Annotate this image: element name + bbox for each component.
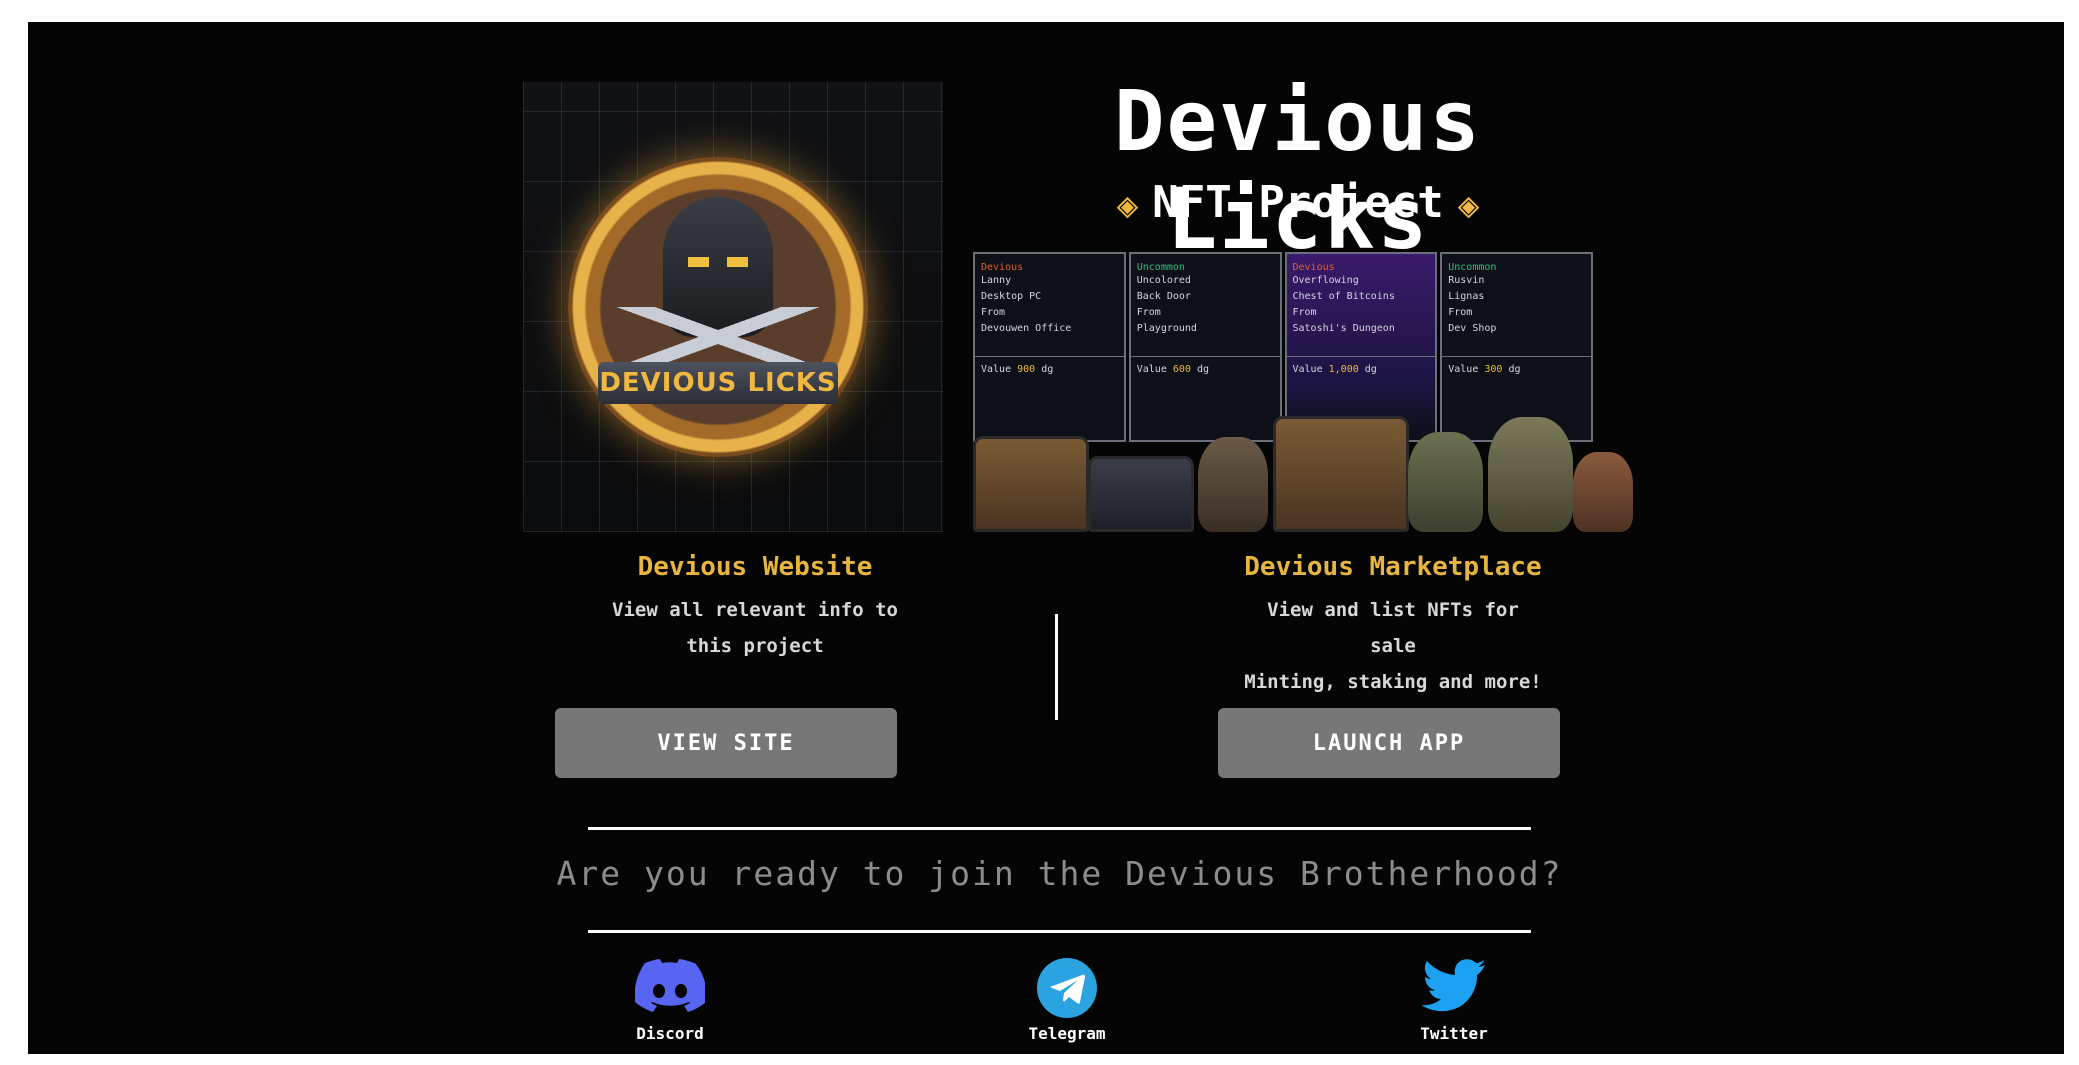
page-subtitle: ◈ NFT Project ◈: [973, 177, 1623, 228]
card-line: Uncolored: [1136, 275, 1191, 286]
card-line: From: [1448, 307, 1473, 318]
crossed-swords-icon: [608, 307, 828, 367]
diamond-icon: ◈: [1116, 184, 1139, 226]
subtitle-text: NFT Project: [1152, 177, 1444, 228]
card-line: Back Door: [1136, 291, 1191, 302]
discord-label: Discord: [636, 1024, 704, 1043]
telegram-icon: [1037, 958, 1097, 1018]
marketplace-description: View and list NFTs for sale Minting, sta…: [1244, 599, 1542, 693]
twitter-label: Twitter: [1420, 1024, 1488, 1043]
diamond-icon: ◈: [1457, 184, 1480, 226]
card-divider: [1130, 356, 1280, 357]
card-divider: [975, 356, 1124, 357]
treasure-chest-icon: [1273, 416, 1409, 532]
card-line: From: [1292, 307, 1317, 318]
twitter-icon: [1421, 958, 1485, 1018]
backpack-icon: [1488, 417, 1573, 532]
twitter-link[interactable]: Twitter: [1394, 958, 1514, 1043]
website-title: Devious Website: [637, 552, 873, 582]
treasure-chest-icon: [973, 436, 1089, 532]
card-line: Desktop PC: [981, 291, 1042, 302]
discord-link[interactable]: Discord: [610, 958, 730, 1043]
card-line: Overflowing: [1292, 275, 1359, 286]
card-line: Rusvin: [1448, 275, 1485, 286]
glowing-eyes: [688, 257, 748, 267]
page-title: Devious Licks: [1113, 72, 1482, 268]
divider-bottom: [588, 930, 1531, 933]
column-divider: [1055, 614, 1058, 720]
tagline: Are you ready to join the Devious Brothe…: [556, 854, 1563, 893]
launch-app-button[interactable]: LAUNCH APP: [1218, 708, 1560, 778]
safe-box-icon: [1088, 456, 1194, 532]
card-value: Value 1,000 dg: [1292, 364, 1377, 375]
backpack-icon: [1408, 432, 1483, 532]
card-line: Devouwen Office: [981, 323, 1072, 334]
card-line: Lignas: [1448, 291, 1485, 302]
divider-top: [588, 827, 1531, 830]
app-window: DEVIOUS LICKS Devious Licks ◈ NFT Project…: [28, 22, 2064, 1054]
loot-pile: [953, 402, 1633, 542]
backpack-icon: [1573, 452, 1633, 532]
backpack-icon: [1198, 437, 1268, 532]
card-value: Value 900 dg: [981, 364, 1054, 375]
logo-banner-text: DEVIOUS LICKS: [598, 362, 838, 404]
hero-banner: DEVIOUS LICKS Devious Licks ◈ NFT Project…: [523, 62, 1633, 542]
card-rarity: Uncommon: [1136, 262, 1185, 273]
devious-licks-logo: DEVIOUS LICKS: [568, 157, 868, 457]
card-divider: [1286, 356, 1436, 357]
telegram-label: Telegram: [1028, 1024, 1106, 1043]
card-rarity: Uncommon: [1448, 262, 1497, 273]
card-divider: [1442, 356, 1591, 357]
card-rarity: Devious: [1292, 262, 1335, 273]
card-line: Lanny: [981, 275, 1012, 286]
card-line: Chest of Bitcoins: [1292, 291, 1395, 302]
card-value: Value 300 dg: [1448, 364, 1521, 375]
card-line: Dev Shop: [1448, 323, 1497, 334]
marketplace-title: Devious Marketplace: [1244, 552, 1542, 582]
card-rarity: Devious: [981, 262, 1024, 273]
website-description: View all relevant info to this project: [612, 599, 898, 657]
card-value: Value 600 dg: [1136, 364, 1210, 375]
card-line: From: [1136, 307, 1161, 318]
card-line: Playground: [1136, 323, 1197, 334]
discord-icon: [634, 958, 707, 1018]
card-line: Satoshi's Dungeon: [1292, 323, 1395, 334]
view-site-button[interactable]: VIEW SITE: [555, 708, 897, 778]
telegram-link[interactable]: Telegram: [1007, 958, 1127, 1043]
card-line: From: [981, 307, 1006, 318]
